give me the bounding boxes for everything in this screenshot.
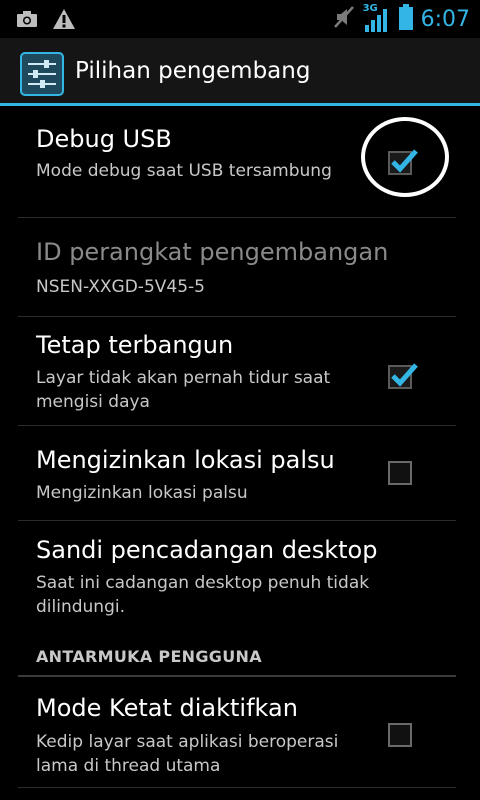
- pref-title: ID perangkat pengembangan: [36, 238, 389, 266]
- mute-icon: [333, 5, 355, 33]
- pref-title: Mengizinkan lokasi palsu: [36, 446, 335, 474]
- status-bar-notifications: [16, 8, 76, 34]
- pref-summary: Kedip layar saat aplikasi beroperasi lam…: [36, 732, 339, 776]
- highlight-circle: [361, 117, 449, 197]
- signal-icon: 3G: [363, 3, 391, 33]
- page-title: Pilihan pengembang: [75, 58, 311, 84]
- pref-summary: NSEN-XXGD-5V45-5: [36, 277, 205, 297]
- settings-sliders-icon[interactable]: [20, 52, 64, 96]
- pref-device-id: ID perangkat pengembangan NSEN-XXGD-5V45…: [0, 218, 480, 316]
- category-header: ANTARMUKA PENGGUNA: [36, 647, 262, 666]
- status-bar-system: 3G 6:07: [333, 3, 470, 34]
- action-bar: Pilihan pengembang: [0, 38, 480, 106]
- pref-desktop-backup-password[interactable]: Sandi pencadangan desktop Saat ini cadan…: [0, 521, 480, 629]
- pref-title: Debug USB: [36, 125, 172, 153]
- pref-mock-location[interactable]: Mengizinkan lokasi palsu Mengizinkan lok…: [0, 426, 480, 520]
- stay-awake-checkbox[interactable]: [388, 363, 418, 389]
- pref-summary: Mengizinkan lokasi palsu: [36, 483, 248, 503]
- pref-title: Sandi pencadangan desktop: [36, 536, 378, 564]
- pref-title: Tetap terbangun: [36, 331, 234, 359]
- pref-title: Mode Ketat diaktifkan: [36, 694, 298, 722]
- clock: 6:07: [420, 6, 470, 32]
- pref-strict-mode[interactable]: Mode Ketat diaktifkan Kedip layar saat a…: [0, 677, 480, 787]
- pref-summary: Saat ini cadangan desktop penuh tidak di…: [36, 573, 370, 617]
- pref-stay-awake[interactable]: Tetap terbangun Layar tidak akan pernah …: [0, 317, 480, 425]
- status-bar: 3G 6:07: [0, 0, 480, 38]
- camera-icon: [16, 10, 38, 32]
- divider: [18, 787, 456, 788]
- checkmark-icon: [391, 363, 418, 387]
- battery-icon: [398, 4, 413, 34]
- mock-location-checkbox[interactable]: [388, 461, 412, 485]
- warning-icon: [52, 8, 76, 34]
- pref-summary: Layar tidak akan pernah tidur saat mengi…: [36, 368, 331, 412]
- strict-mode-checkbox[interactable]: [388, 723, 412, 747]
- pref-summary: Mode debug saat USB tersambung: [36, 161, 332, 181]
